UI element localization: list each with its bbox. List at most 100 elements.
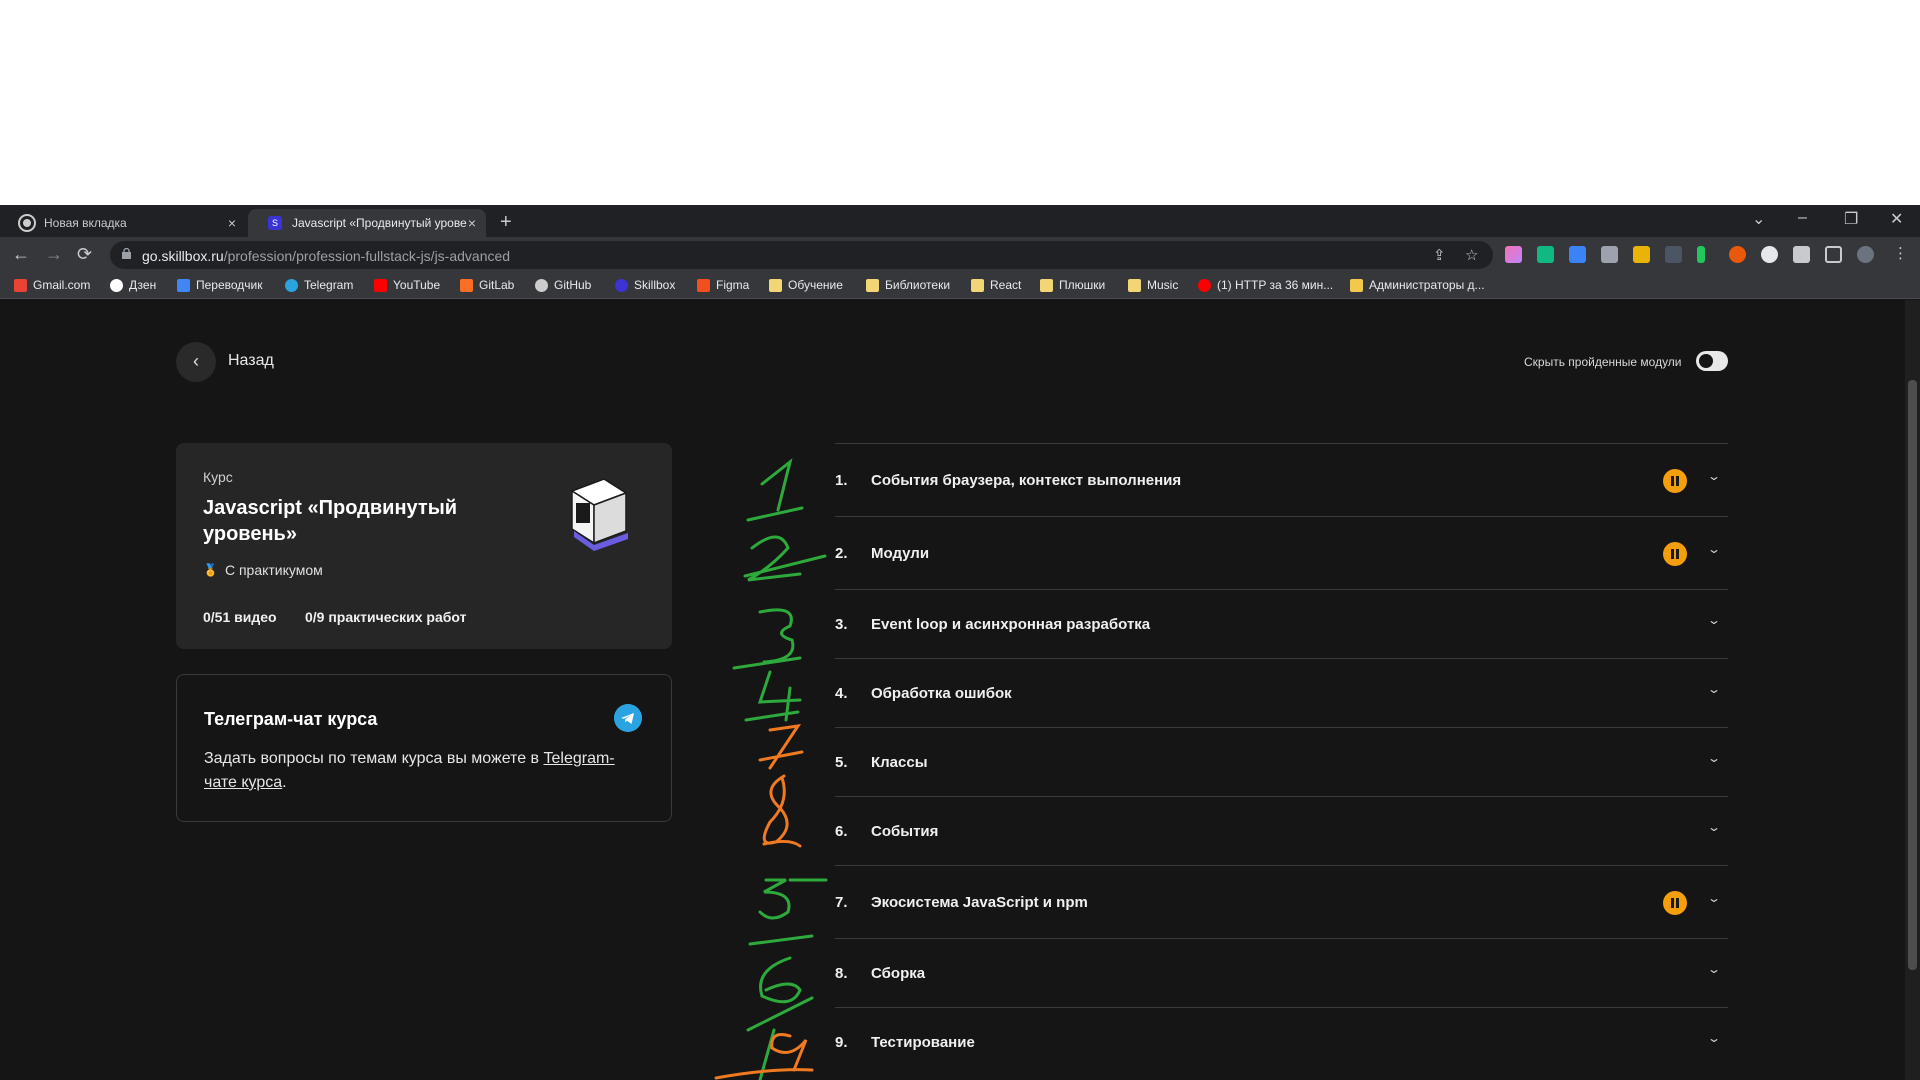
- bookmark-telegram[interactable]: Telegram: [285, 278, 353, 292]
- folder-icon: [769, 278, 782, 292]
- browser-window: Новая вкладка × S Javascript «Продвинуты…: [0, 205, 1920, 1080]
- module-title: Модули: [871, 545, 930, 562]
- module-row[interactable]: 5. Классы ⌄: [835, 727, 1728, 796]
- extension-icon[interactable]: [1601, 246, 1618, 263]
- gear-icon[interactable]: [1761, 246, 1778, 263]
- bookmark-folder-learning[interactable]: Обучение: [769, 278, 843, 292]
- address-bar[interactable]: go.skillbox.ru/profession/profession-ful…: [110, 241, 1493, 269]
- bookmark-admins[interactable]: Администраторы д...: [1350, 278, 1485, 292]
- module-row[interactable]: 6. События ⌄: [835, 796, 1728, 865]
- module-title: События: [871, 823, 939, 840]
- bookmark-folder-plushki[interactable]: Плюшки: [1040, 278, 1105, 292]
- star-icon[interactable]: ☆: [1465, 246, 1478, 264]
- gmail-icon: [14, 278, 27, 292]
- extension-icon[interactable]: [1505, 246, 1522, 263]
- gitlab-icon: [460, 278, 473, 292]
- chevron-down-icon[interactable]: ⌄: [1707, 613, 1721, 627]
- avatar[interactable]: [1857, 246, 1874, 263]
- hide-completed-label: Скрыть пройденные модули: [1524, 355, 1682, 369]
- bookmark-skillbox[interactable]: Skillbox: [615, 278, 675, 292]
- extension-icon[interactable]: [1665, 246, 1682, 263]
- chevron-down-icon[interactable]: ⌄: [1707, 751, 1721, 765]
- scrollbar-thumb[interactable]: [1908, 380, 1917, 970]
- extension-icon[interactable]: [1729, 246, 1746, 263]
- page-content: ‹ Назад Скрыть пройденные модули Курс Ja…: [0, 300, 1905, 1080]
- module-row[interactable]: 1. События браузера, контекст выполнения ⌄: [835, 443, 1728, 516]
- telegram-card: Телеграм-чат курса Задать вопросы по тем…: [176, 674, 672, 822]
- bookmark-youtube[interactable]: YouTube: [374, 278, 440, 292]
- tab-title: Новая вкладка: [44, 216, 127, 230]
- videos-count: 0/51 видео: [203, 609, 277, 625]
- minimize-button[interactable]: –: [1798, 209, 1807, 227]
- tab-new-tab[interactable]: Новая вкладка ×: [0, 209, 246, 237]
- module-title: Event loop и асинхронная разработка: [871, 616, 1151, 633]
- close-icon[interactable]: ×: [228, 215, 236, 231]
- folder-icon: [1040, 278, 1053, 292]
- back-button[interactable]: ‹: [176, 342, 216, 382]
- bookmark-github[interactable]: GitHub: [535, 278, 591, 292]
- tab-skillbox[interactable]: S Javascript «Продвинутый уровень» ×: [248, 209, 486, 237]
- in-progress-pause-icon: [1663, 891, 1687, 915]
- sidepanel-icon[interactable]: [1825, 246, 1842, 263]
- chrome-icon: [20, 216, 34, 230]
- scrollbar[interactable]: [1905, 300, 1920, 1080]
- kebab-icon[interactable]: ⋮: [1893, 244, 1908, 262]
- chevron-down-icon[interactable]: ⌄: [1707, 1031, 1721, 1045]
- new-tab-button[interactable]: +: [500, 211, 512, 234]
- module-title: События браузера, контекст выполнения: [871, 472, 1182, 489]
- tab-search-icon[interactable]: ⌄: [1752, 209, 1765, 229]
- chevron-down-icon[interactable]: ⌄: [1707, 820, 1721, 834]
- bookmark-http-video[interactable]: (1) HTTP за 36 мин...: [1198, 278, 1333, 292]
- module-row[interactable]: 4. Обработка ошибок ⌄: [835, 658, 1728, 727]
- bookmark-folder-react[interactable]: React: [971, 278, 1021, 292]
- hide-completed-toggle[interactable]: [1696, 351, 1728, 371]
- course-tag: 🏅 С практикумом: [203, 562, 323, 578]
- module-title: Тестирование: [871, 1034, 975, 1051]
- extension-icon[interactable]: [1537, 246, 1554, 263]
- module-row[interactable]: 3. Event loop и асинхронная разработка ⌄: [835, 589, 1728, 658]
- blank-area: [0, 0, 1920, 205]
- reload-icon[interactable]: ⟳: [77, 244, 92, 265]
- restore-button[interactable]: ❐: [1844, 209, 1858, 229]
- module-number: 8.: [835, 965, 848, 982]
- bookmark-figma[interactable]: Figma: [697, 278, 749, 292]
- folder-icon: [971, 278, 984, 292]
- url-text[interactable]: go.skillbox.ru/profession/profession-ful…: [142, 248, 510, 264]
- bookmark-folder-libraries[interactable]: Библиотеки: [866, 278, 950, 292]
- forward-arrow-icon[interactable]: →: [45, 244, 63, 265]
- extension-icon[interactable]: [1633, 246, 1650, 263]
- share-icon[interactable]: ⇪: [1433, 246, 1446, 264]
- youtube-icon: [1198, 278, 1211, 292]
- bookmark-gmail[interactable]: Gmail.com: [14, 278, 90, 292]
- in-progress-pause-icon: [1663, 542, 1687, 566]
- telegram-icon[interactable]: [614, 704, 642, 732]
- modules-list: 1. События браузера, контекст выполнения ⌄…: [835, 443, 1728, 1076]
- chevron-down-icon[interactable]: ⌄: [1707, 682, 1721, 696]
- bookmark-translate[interactable]: Переводчик: [177, 278, 263, 292]
- close-icon[interactable]: ×: [468, 215, 476, 231]
- module-number: 3.: [835, 616, 848, 633]
- module-row[interactable]: 9. Тестирование ⌄: [835, 1007, 1728, 1076]
- chevron-down-icon[interactable]: ⌄: [1707, 891, 1721, 905]
- chevron-down-icon[interactable]: ⌄: [1707, 469, 1721, 483]
- medal-icon: 🏅: [203, 563, 218, 577]
- bookmark-gitlab[interactable]: GitLab: [460, 278, 514, 292]
- module-row[interactable]: 2. Модули ⌄: [835, 516, 1728, 589]
- extension-icon[interactable]: [1697, 246, 1705, 263]
- bookmarks-bar: Gmail.com Дзен Переводчик Telegram YouTu…: [0, 273, 1920, 299]
- module-row[interactable]: 8. Сборка ⌄: [835, 938, 1728, 1007]
- chevron-down-icon[interactable]: ⌄: [1707, 542, 1721, 556]
- close-window-button[interactable]: ✕: [1890, 209, 1903, 229]
- bookmark-folder-music[interactable]: Music: [1128, 278, 1178, 292]
- youtube-icon: [374, 278, 387, 292]
- back-label[interactable]: Назад: [228, 352, 274, 370]
- chevron-down-icon[interactable]: ⌄: [1707, 962, 1721, 976]
- github-icon: [535, 278, 548, 292]
- module-number: 6.: [835, 823, 848, 840]
- puzzle-icon[interactable]: [1793, 246, 1810, 263]
- bookmark-dzen[interactable]: Дзен: [110, 278, 156, 292]
- module-number: 4.: [835, 685, 848, 702]
- extension-icon[interactable]: [1569, 246, 1586, 263]
- back-arrow-icon[interactable]: ←: [12, 244, 30, 265]
- module-row[interactable]: 7. Экосистема JavaScript и npm ⌄: [835, 865, 1728, 938]
